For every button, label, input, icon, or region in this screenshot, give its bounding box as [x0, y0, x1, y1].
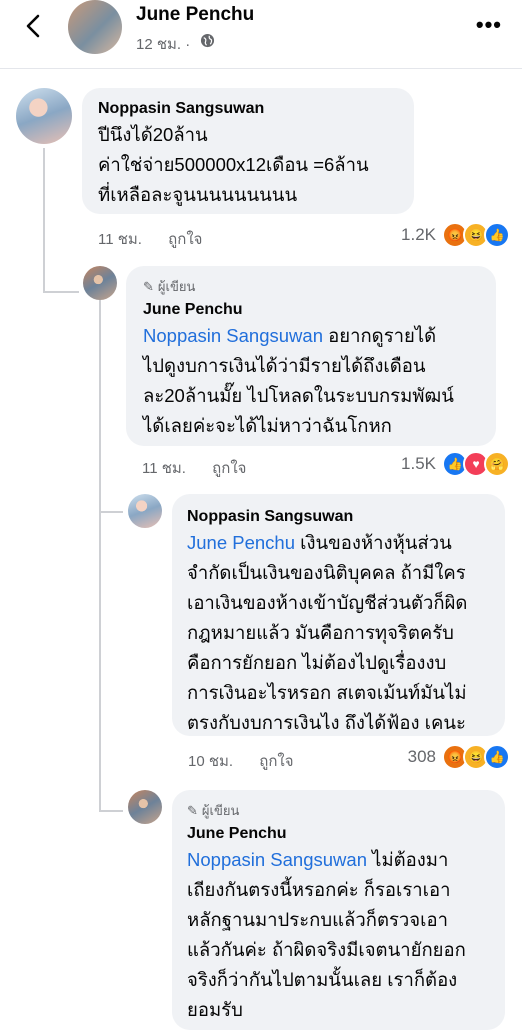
comment-text-line: เถียงกันตรงนี้หรอกค่ะ ก็รอเราเอา	[187, 879, 451, 900]
pencil-icon: ✎	[143, 278, 154, 294]
author-badge: ✎ ผู้เขียน	[143, 278, 196, 295]
back-arrow-icon[interactable]	[20, 12, 48, 40]
post-header: June Penchu 12 ชม. · •••	[0, 0, 522, 68]
comment-text-line: จำกัดเป็นเงินของนิติบุคคล ถ้ามีใคร	[187, 562, 466, 583]
comment-text-line: ปีนึงได้20ล้าน	[98, 124, 208, 145]
comment-author[interactable]: Noppasin Sangsuwan	[98, 100, 369, 118]
comment-text-line: อยากดูรายได้	[323, 325, 437, 346]
commenter-avatar[interactable]	[83, 266, 117, 300]
author-badge: ✎ ผู้เขียน	[187, 802, 240, 819]
like-reaction-icon: 👍	[484, 222, 510, 248]
like-button[interactable]: ถูกใจ	[259, 753, 293, 770]
like-button[interactable]: ถูกใจ	[212, 460, 246, 477]
comment-text-line: ไม่ต้องมา	[367, 849, 449, 870]
comment-bubble: ✎ ผู้เขียน June Penchu Noppasin Sangsuwa…	[172, 790, 505, 1030]
commenter-avatar[interactable]	[16, 88, 72, 144]
comment-text-line: กฎหมายแล้ว มันคือการทุจริตครับ	[187, 622, 454, 643]
mention-link[interactable]: June Penchu	[187, 532, 295, 553]
comment-author[interactable]: Noppasin Sangsuwan	[187, 508, 467, 526]
post-time[interactable]: 12 ชม. ·	[136, 32, 190, 56]
comment-meta: 11 ชม. ถูกใจ	[98, 227, 224, 251]
comment-text-line: ไปดูงบการเงินได้ว่ามีรายได้ถึงเดือน	[143, 355, 426, 376]
like-reaction-icon: 👍	[484, 744, 510, 770]
reaction-count: 308	[407, 747, 436, 766]
header-divider	[0, 68, 522, 69]
comment-bubble: ✎ ผู้เขียน June Penchu Noppasin Sangsuwa…	[126, 266, 496, 446]
commenter-avatar[interactable]	[128, 494, 162, 528]
more-options-button[interactable]: •••	[476, 12, 502, 38]
reaction-count: 1.5K	[401, 454, 436, 473]
care-reaction-icon: 🤗	[484, 451, 510, 477]
profile-avatar[interactable]	[68, 0, 122, 54]
comment-text-line: การเงินอะไรหรอก สเตจเม้นท์มันไม่	[187, 682, 467, 703]
comment-text-line: ตรงกับงบการเงินไง ถึงได้ฟ้อง เคนะ	[187, 712, 466, 733]
comment-text-line: คือการยักยอก ไม่ต้องไปดูเรื่องงบ	[187, 652, 447, 673]
comment-text-line: จริงก็ว่ากันไปตามนั้นเลย เราก็ต้อง	[187, 969, 458, 990]
thread-line	[43, 291, 79, 293]
mention-link[interactable]: Noppasin Sangsuwan	[187, 849, 367, 870]
profile-name[interactable]: June Penchu	[136, 4, 254, 26]
reaction-summary[interactable]: 1.5K 👍 ♥ 🤗	[401, 451, 510, 477]
comment-meta: 10 ชม. ถูกใจ	[188, 749, 316, 773]
comment-text-line: ยอมรับ	[187, 999, 243, 1020]
comment-text-line: ได้เลยค่ะจะได้ไม่หาว่าฉันโกหก	[143, 415, 392, 436]
pencil-icon: ✎	[187, 802, 198, 818]
comment-bubble: Noppasin Sangsuwan June Penchu เงินของห้…	[172, 494, 505, 736]
comment-text-line: ละ20ล้านมั๊ย ไปโหลดในระบบกรมพัฒน์	[143, 385, 454, 406]
comment-time[interactable]: 10 ชม.	[188, 753, 233, 770]
globe-icon	[200, 33, 215, 48]
thread-line	[99, 511, 123, 513]
comment-text-line: ค่าใช่จ่าย500000x12เดือน =6ล้าน	[98, 154, 369, 175]
reaction-summary[interactable]: 1.2K 😡 😆 👍	[401, 222, 510, 248]
commenter-avatar[interactable]	[128, 790, 162, 824]
comment-bubble: Noppasin Sangsuwan ปีนึงได้20ล้าน ค่าใช่…	[82, 88, 414, 214]
comment-meta: 11 ชม. ถูกใจ	[142, 456, 268, 480]
comment-author[interactable]: June Penchu	[187, 825, 466, 843]
comment-text-line: หลักฐานมาประกบแล้วก็ตรวจเอา	[187, 909, 448, 930]
reaction-summary[interactable]: 308 😡 😆 👍	[408, 744, 510, 770]
thread-line	[43, 148, 45, 293]
like-button[interactable]: ถูกใจ	[168, 231, 202, 248]
comment-text-line: แล้วกันค่ะ ถ้าผิดจริงมีเจตนายักยอก	[187, 939, 466, 960]
comment-text-line: เอาเงินของห้างเข้าบัญชีส่วนตัวก็ผิด	[187, 592, 468, 613]
reaction-count: 1.2K	[401, 225, 436, 244]
comment-time[interactable]: 11 ชม.	[142, 460, 186, 477]
comment-author[interactable]: June Penchu	[143, 301, 454, 319]
comment-text-line: ที่เหลือละจูนนนนนนนนน	[98, 184, 298, 205]
mention-link[interactable]: Noppasin Sangsuwan	[143, 325, 323, 346]
thread-line	[99, 300, 101, 812]
thread-line	[99, 810, 123, 812]
comment-text-line: เงินของห้างหุ้นส่วน	[295, 532, 452, 553]
comment-time[interactable]: 11 ชม.	[98, 231, 142, 248]
